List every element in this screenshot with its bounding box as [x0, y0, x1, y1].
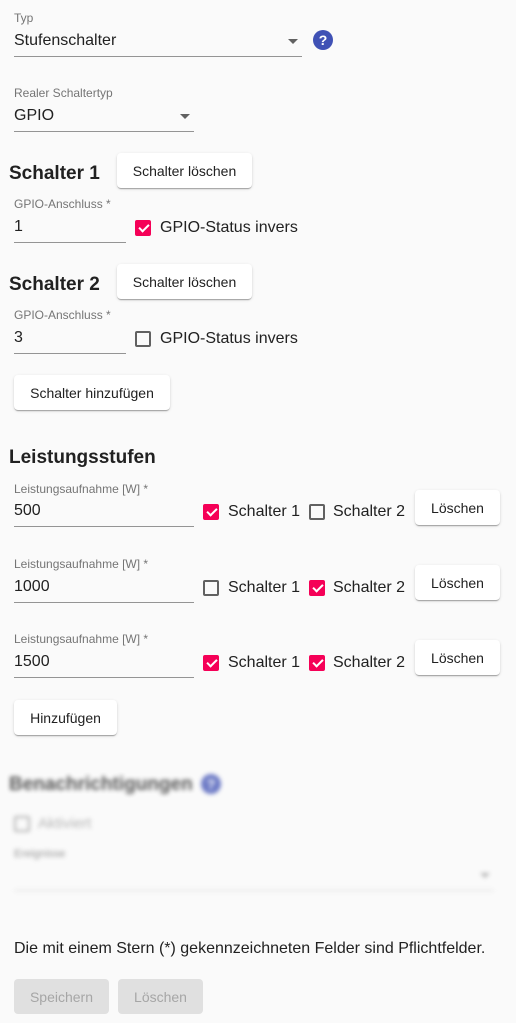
- required-fields-note: Die mit einem Stern (*) gekennzeichneten…: [14, 940, 486, 957]
- gpio-2-invert-checkbox[interactable]: [135, 331, 151, 347]
- power-2-switch-1-checkbox[interactable]: [203, 580, 219, 596]
- notifications-enabled-checkbox: [14, 816, 30, 832]
- notifications-title: Benachrichtigungen: [9, 774, 193, 795]
- type-select-value: Stufenschalter: [14, 32, 117, 49]
- power-3-value: 1500: [14, 653, 50, 670]
- power-2-input[interactable]: 1000: [14, 574, 194, 603]
- power-levels-title: Leistungsstufen: [9, 447, 156, 468]
- power-1-switch-1-checkbox[interactable]: [203, 504, 219, 520]
- notifications-enabled-label: Aktiviert: [38, 815, 92, 832]
- real-switch-type-select[interactable]: GPIO: [14, 103, 194, 132]
- power-2-switch-2-checkbox[interactable]: [309, 580, 325, 596]
- type-select-underline: [14, 56, 302, 57]
- power-3-underline: [14, 677, 194, 678]
- gpio-2-invert-label: GPIO-Status invers: [160, 330, 298, 347]
- gpio-2-underline: [14, 353, 126, 354]
- save-button[interactable]: Speichern: [14, 979, 109, 1014]
- power-2-switch-2-label: Schalter 2: [333, 579, 406, 596]
- power-2-label: Leistungsaufnahme [W] *: [14, 557, 149, 571]
- power-3-switch-2-checkbox[interactable]: [309, 655, 325, 671]
- real-switch-type-underline: [14, 131, 194, 132]
- gpio-2-value: 3: [14, 329, 23, 346]
- power-3-input[interactable]: 1500: [14, 649, 194, 678]
- gpio-1-input[interactable]: 1: [14, 214, 126, 243]
- help-icon: ?: [201, 774, 221, 794]
- power-3-switch-1-label: Schalter 1: [228, 654, 301, 671]
- power-2-value: 1000: [14, 578, 50, 595]
- delete-button[interactable]: Löschen: [118, 979, 203, 1014]
- gpio-1-value: 1: [14, 218, 23, 235]
- real-switch-type-value: GPIO: [14, 107, 55, 124]
- power-1-value: 500: [14, 502, 41, 519]
- add-switch-button[interactable]: Schalter hinzufügen: [14, 375, 170, 410]
- gpio-1-label: GPIO-Anschluss *: [14, 197, 111, 211]
- gpio-1-underline: [14, 242, 126, 243]
- delete-switch-2-button[interactable]: Schalter löschen: [117, 264, 252, 299]
- power-1-input[interactable]: 500: [14, 498, 194, 527]
- power-3-switch-1-checkbox[interactable]: [203, 655, 219, 671]
- switch-2-title: Schalter 2: [9, 274, 100, 295]
- add-power-level-button[interactable]: Hinzufügen: [14, 700, 117, 735]
- power-2-underline: [14, 602, 194, 603]
- power-1-underline: [14, 526, 194, 527]
- notifications-events-label: Ereignisse: [14, 848, 66, 860]
- switch-1-title: Schalter 1: [9, 163, 100, 184]
- power-1-switch-2-label: Schalter 2: [333, 503, 406, 520]
- chevron-down-icon: [180, 114, 190, 119]
- delete-switch-1-button[interactable]: Schalter löschen: [117, 153, 252, 188]
- power-3-delete-button[interactable]: Löschen: [415, 640, 500, 675]
- gpio-2-input[interactable]: 3: [14, 325, 126, 354]
- type-select[interactable]: Stufenschalter: [14, 28, 302, 57]
- type-label: Typ: [14, 11, 34, 25]
- power-3-label: Leistungsaufnahme [W] *: [14, 632, 149, 646]
- power-2-switch-1-label: Schalter 1: [228, 579, 301, 596]
- chevron-down-icon: [480, 873, 490, 878]
- gpio-1-invert-label: GPIO-Status invers: [160, 219, 298, 236]
- real-switch-type-label: Realer Schaltertyp: [14, 86, 113, 100]
- power-1-label: Leistungsaufnahme [W] *: [14, 482, 149, 496]
- help-icon[interactable]: ?: [313, 30, 333, 50]
- chevron-down-icon: [288, 39, 298, 44]
- power-1-switch-1-label: Schalter 1: [228, 503, 301, 520]
- notifications-events-underline: [14, 890, 494, 891]
- power-1-switch-2-checkbox[interactable]: [309, 504, 325, 520]
- gpio-1-invert-checkbox[interactable]: [135, 220, 151, 236]
- gpio-2-label: GPIO-Anschluss *: [14, 308, 111, 322]
- power-3-switch-2-label: Schalter 2: [333, 654, 406, 671]
- power-2-delete-button[interactable]: Löschen: [415, 565, 500, 600]
- power-1-delete-button[interactable]: Löschen: [415, 490, 500, 525]
